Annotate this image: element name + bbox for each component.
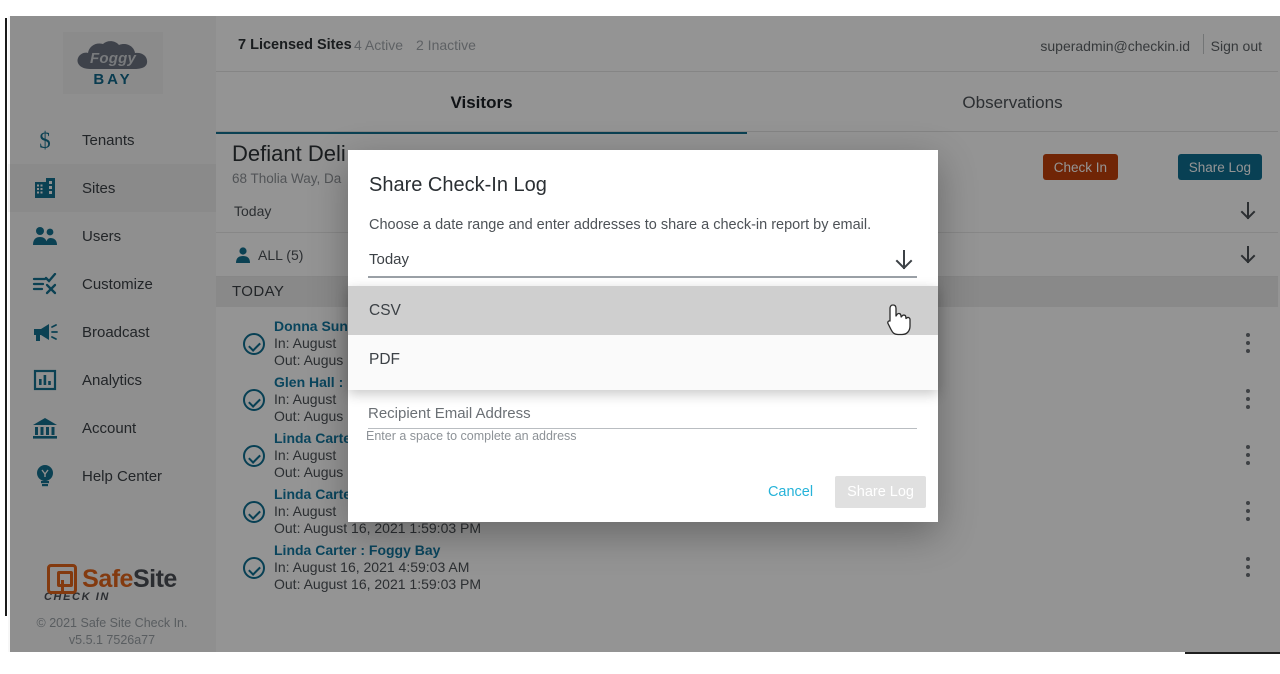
dialog-title: Share Check-In Log xyxy=(369,174,547,196)
dialog-description: Choose a date range and enter addresses … xyxy=(369,217,872,233)
recipient-email-field[interactable]: Recipient Email Address xyxy=(368,403,917,429)
date-range-select-value: Today xyxy=(369,251,410,268)
dropdown-option-label: PDF xyxy=(369,350,400,368)
format-dropdown-menu: CSV PDF xyxy=(348,286,938,390)
dialog-actions: Cancel Share Log xyxy=(758,476,926,508)
recipient-email-hint: Enter a space to complete an address xyxy=(366,429,577,443)
date-range-select[interactable]: Today xyxy=(368,246,917,278)
window-left-edge xyxy=(5,18,7,616)
app-root: Foggy BAY $ Tenants Sites Users Customiz… xyxy=(0,0,1280,674)
dialog-share-log-button[interactable]: Share Log xyxy=(835,476,926,508)
dropdown-option-label: CSV xyxy=(369,301,401,319)
dropdown-option-pdf[interactable]: PDF xyxy=(348,335,938,384)
dropdown-option-csv[interactable]: CSV xyxy=(348,286,938,335)
recipient-email-placeholder: Recipient Email Address xyxy=(368,405,531,422)
chevron-down-icon xyxy=(893,247,915,278)
cancel-button[interactable]: Cancel xyxy=(758,476,823,508)
